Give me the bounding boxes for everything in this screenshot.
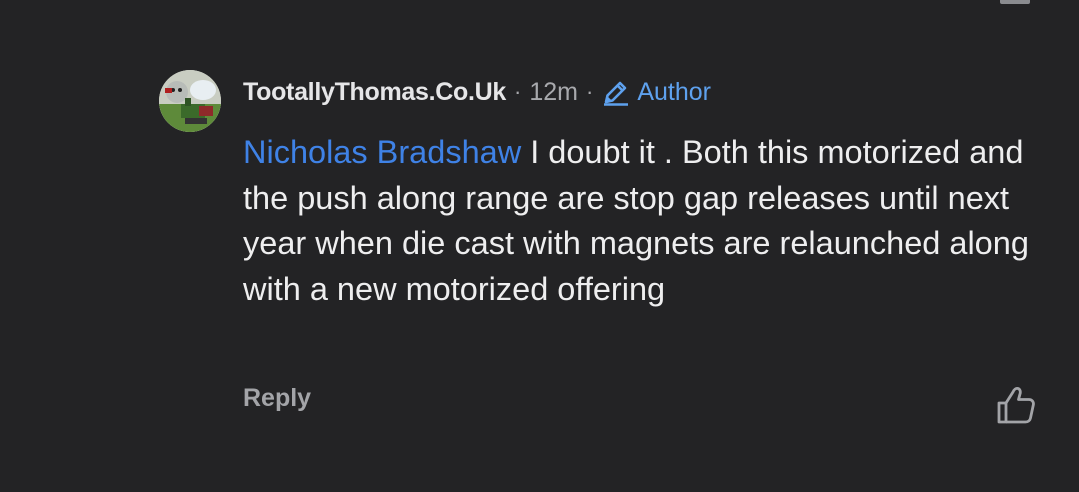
meta-separator: · [514, 79, 522, 104]
like-button[interactable] [994, 383, 1038, 427]
meta-separator: · [585, 79, 594, 104]
mention-link[interactable]: Nicholas Bradshaw [243, 134, 521, 170]
avatar[interactable] [159, 70, 221, 132]
top-handle [1000, 0, 1030, 4]
reply-button[interactable]: Reply [243, 384, 311, 413]
comment-screen: TootallyThomas.Co.Uk · 12m · Author Nich… [0, 0, 1079, 492]
pencil-icon [601, 77, 631, 107]
comment-header: TootallyThomas.Co.Uk · 12m · Author [243, 72, 711, 112]
comment-text: Nicholas Bradshaw I doubt it . Both this… [243, 130, 1043, 312]
author-name[interactable]: TootallyThomas.Co.Uk [243, 78, 506, 107]
author-badge-label: Author [637, 77, 711, 106]
author-badge: Author [601, 77, 711, 107]
thumbs-up-icon [997, 387, 1035, 424]
comment-time[interactable]: 12m [529, 78, 578, 107]
